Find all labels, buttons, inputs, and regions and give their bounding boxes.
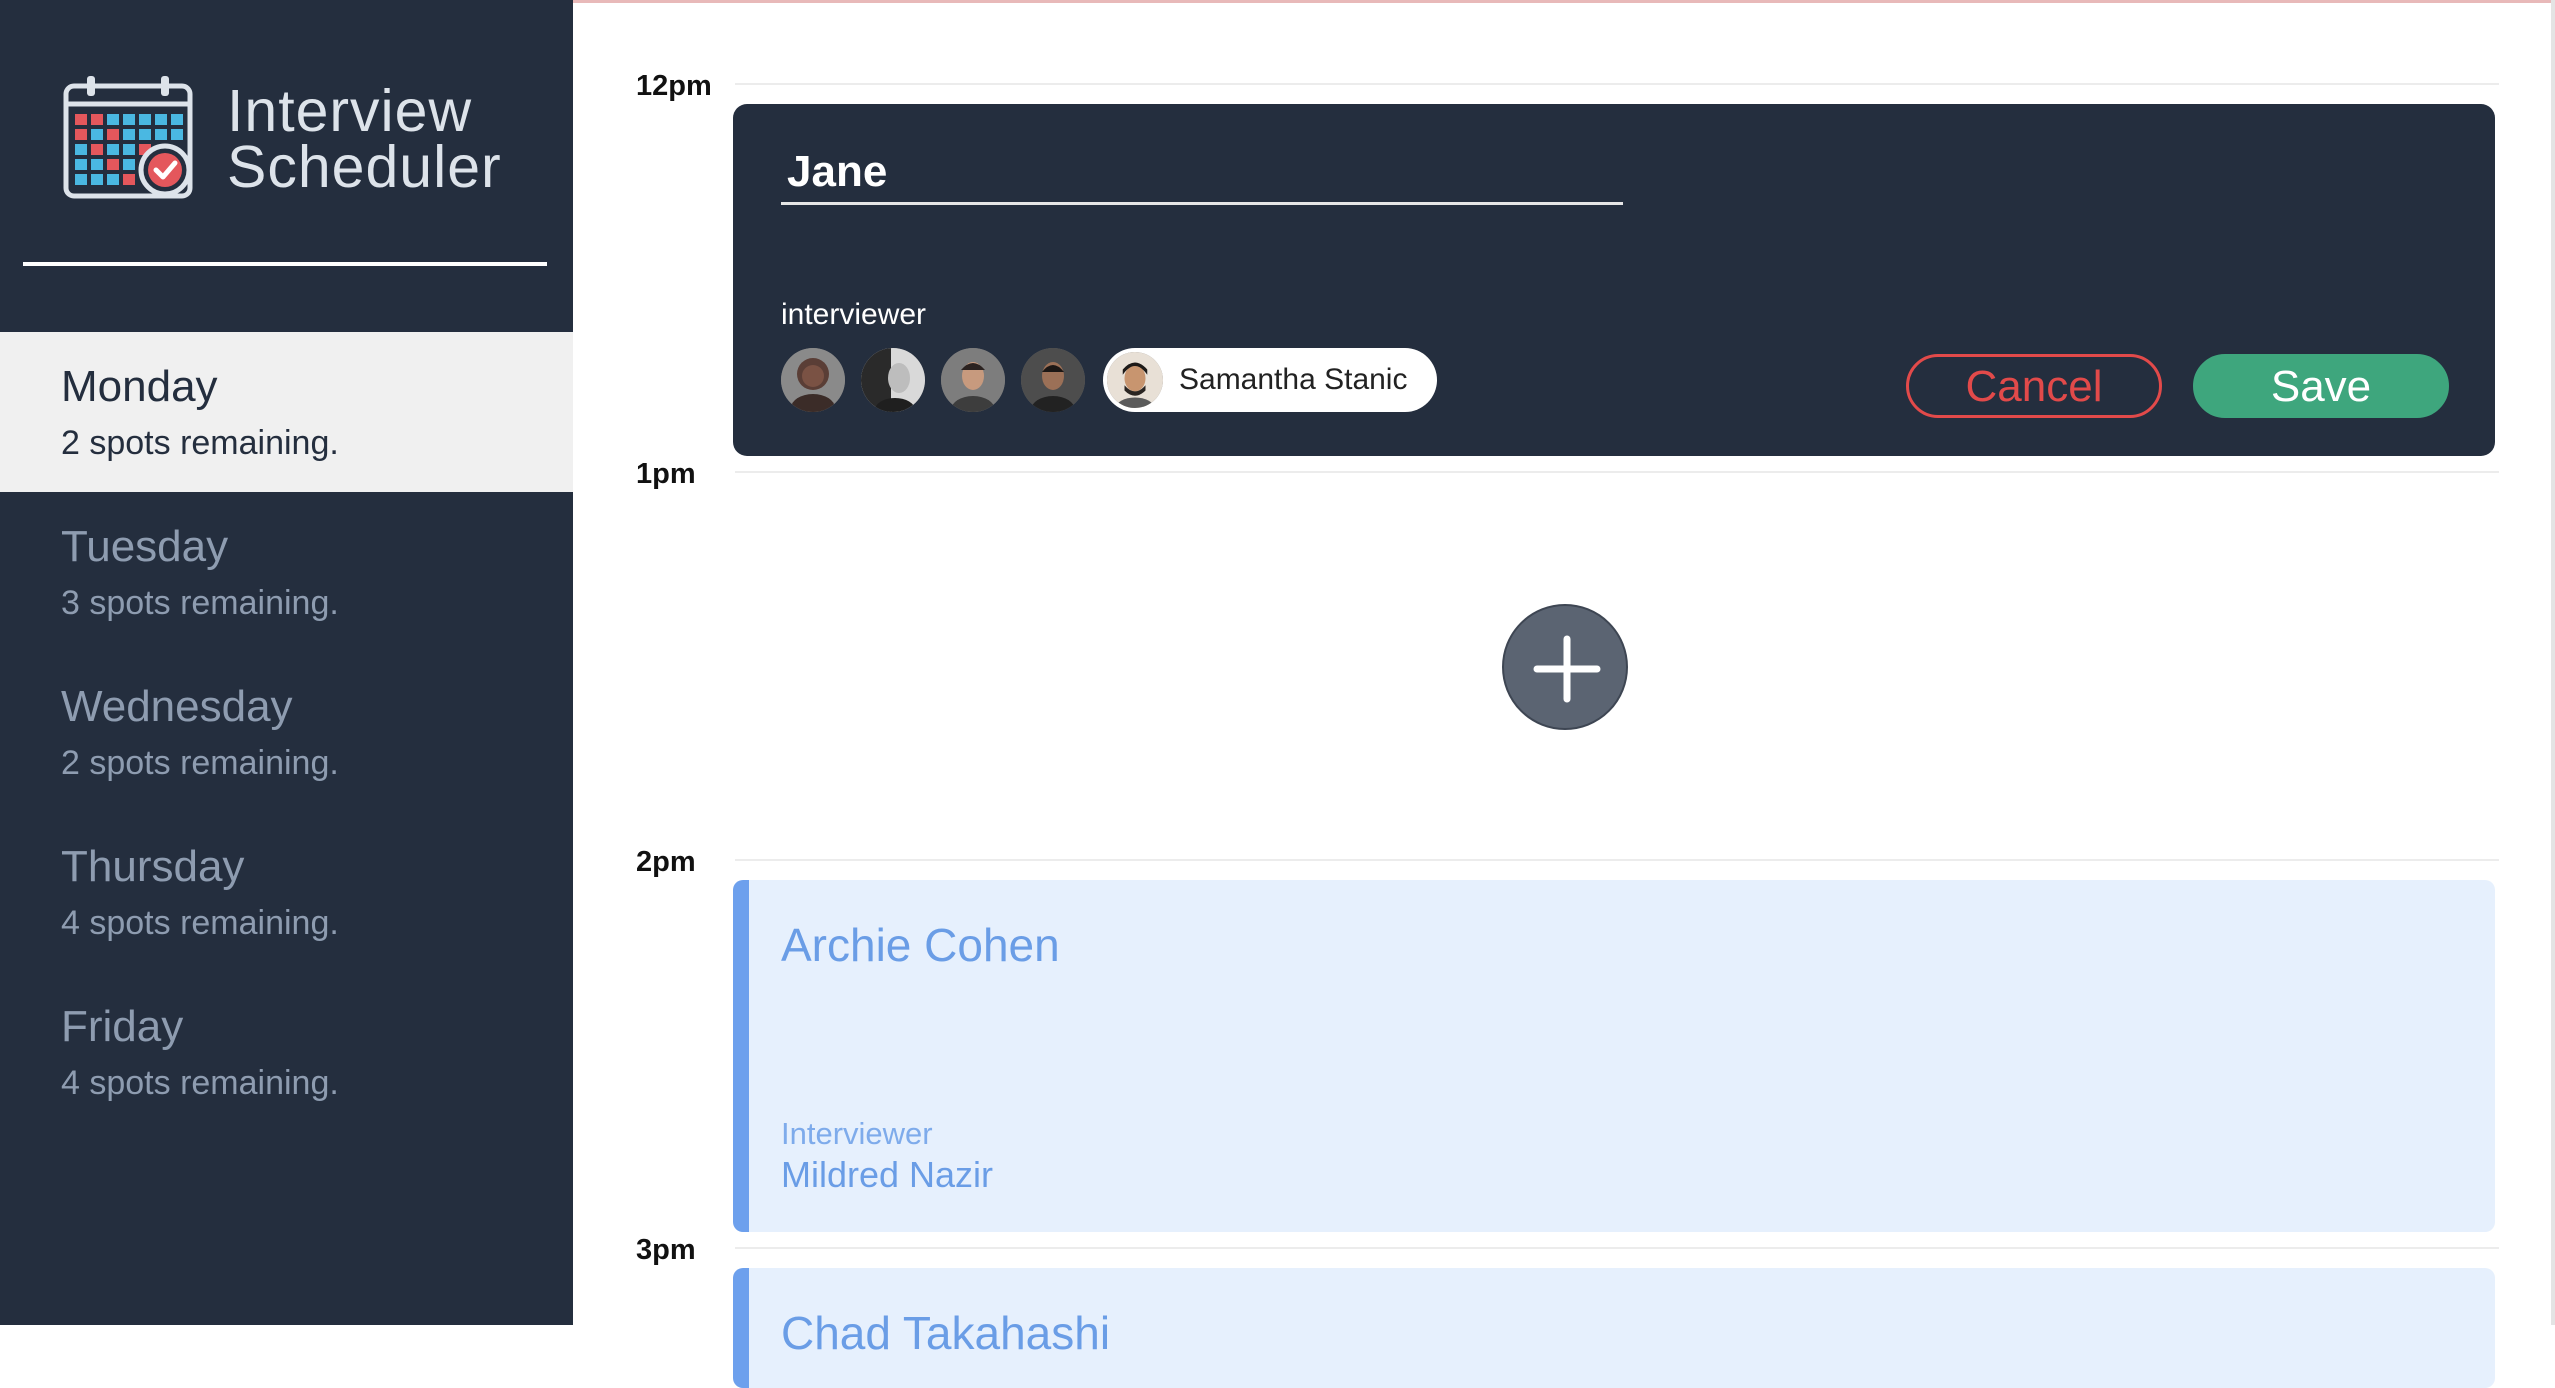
appointment-interviewer-label: Interviewer xyxy=(781,1116,933,1151)
hour-label-1pm: 1pm xyxy=(636,458,696,490)
day-spots-remaining: 2 spots remaining. xyxy=(61,744,339,782)
hour-divider xyxy=(735,1247,2499,1249)
appointment-student-name: Chad Takahashi xyxy=(781,1307,1111,1359)
day-spots-remaining: 4 spots remaining. xyxy=(61,1064,339,1102)
day-item-tuesday[interactable]: Tuesday 3 spots remaining. xyxy=(0,492,573,652)
selected-interviewer-chip[interactable]: Samantha Stanic xyxy=(1103,348,1437,412)
hour-label-2pm: 2pm xyxy=(636,846,696,878)
schedule: 12pm 1pm 2pm 3pm interviewer xyxy=(573,0,2551,1388)
brand: Interview Scheduler xyxy=(63,74,533,214)
cancel-button[interactable]: Cancel xyxy=(1906,354,2162,418)
hour-divider xyxy=(735,83,2499,85)
hour-label-3pm: 3pm xyxy=(636,1234,696,1266)
appointment-card[interactable]: Archie Cohen Interviewer Mildred Nazir xyxy=(733,880,2495,1232)
person-avatar-icon xyxy=(1021,348,1085,412)
day-list: Monday 2 spots remaining. Tuesday 3 spot… xyxy=(0,332,573,1132)
day-spots-remaining: 2 spots remaining. xyxy=(61,424,339,462)
appointment-form: interviewer xyxy=(733,104,2495,456)
interviewer-avatar[interactable] xyxy=(781,348,845,412)
day-name: Monday xyxy=(61,362,218,411)
interviewer-avatar[interactable] xyxy=(941,348,1005,412)
person-avatar-icon xyxy=(781,348,845,412)
hour-label-12pm: 12pm xyxy=(636,70,712,102)
day-name: Friday xyxy=(61,1002,184,1051)
interviewer-avatar[interactable] xyxy=(861,348,925,412)
app-title-line2: Scheduler xyxy=(227,134,502,200)
person-avatar-icon xyxy=(1107,352,1163,408)
hour-divider xyxy=(735,471,2499,473)
interviewer-avatar[interactable] xyxy=(1021,348,1085,412)
day-item-friday[interactable]: Friday 4 spots remaining. xyxy=(0,972,573,1132)
day-spots-remaining: 4 spots remaining. xyxy=(61,904,339,942)
day-spots-remaining: 3 spots remaining. xyxy=(61,584,339,622)
sidebar-divider xyxy=(23,262,547,266)
day-name: Tuesday xyxy=(61,522,229,571)
day-item-monday[interactable]: Monday 2 spots remaining. xyxy=(0,332,573,492)
calendar-logo-icon xyxy=(63,76,193,199)
day-name: Thursday xyxy=(61,842,245,891)
student-name-input[interactable] xyxy=(781,142,1623,205)
plus-icon xyxy=(1533,635,1601,703)
appointment-student-name: Archie Cohen xyxy=(781,919,1060,971)
appointment-interviewer-name: Mildred Nazir xyxy=(781,1154,994,1195)
add-appointment-button[interactable] xyxy=(1502,604,1628,730)
interviewer-label: interviewer xyxy=(781,298,927,331)
person-avatar-icon xyxy=(941,348,1005,412)
person-avatar-icon xyxy=(861,348,925,412)
day-item-thursday[interactable]: Thursday 4 spots remaining. xyxy=(0,812,573,972)
hour-divider xyxy=(735,859,2499,861)
appointment-card[interactable]: Chad Takahashi xyxy=(733,1268,2495,1388)
window-right-edge xyxy=(2551,0,2555,1325)
sidebar: Interview Scheduler Monday 2 spots remai… xyxy=(0,0,573,1325)
save-button[interactable]: Save xyxy=(2193,354,2449,418)
day-name: Wednesday xyxy=(61,682,293,731)
day-item-wednesday[interactable]: Wednesday 2 spots remaining. xyxy=(0,652,573,812)
interviewer-avatar xyxy=(1107,352,1163,408)
selected-interviewer-name: Samantha Stanic xyxy=(1179,363,1408,396)
app-title-line1: Interview xyxy=(227,78,473,144)
